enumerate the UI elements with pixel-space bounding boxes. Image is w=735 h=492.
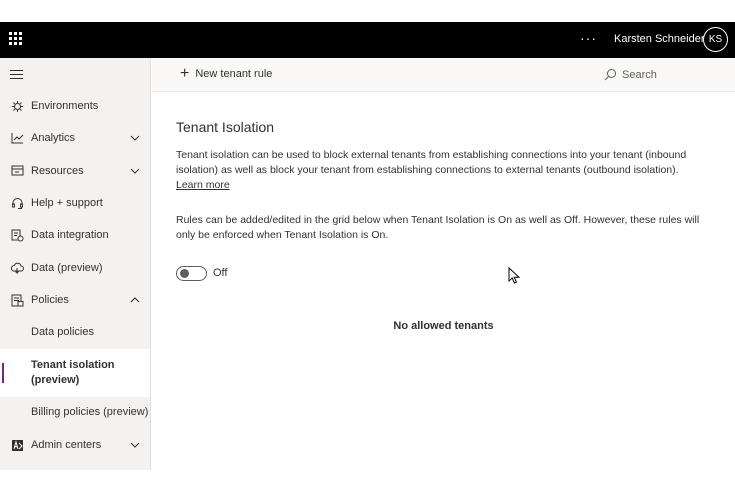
chevron-up-icon[interactable] <box>130 295 140 305</box>
data-integration-icon <box>10 228 24 242</box>
admin-centers-icon <box>10 438 24 452</box>
active-indicator <box>2 363 4 383</box>
search-box[interactable]: Search <box>604 68 657 81</box>
rules-note: Rules can be added/edited in the grid be… <box>176 214 700 241</box>
page-title: Tenant Isolation <box>176 119 275 135</box>
user-name: Karsten Schneider <box>614 33 705 45</box>
sidebar-item-environments[interactable]: Environments <box>0 90 150 122</box>
plus-icon: + <box>180 65 190 82</box>
description-text: Tenant isolation can be used to block ex… <box>176 148 716 193</box>
sidebar-item-label: Help + support <box>31 197 103 209</box>
sidebar-item-label: Data policies <box>31 326 94 338</box>
main-content: Tenant Isolation Tenant isolation can be… <box>152 92 735 470</box>
search-icon <box>604 69 616 81</box>
new-tenant-rule-label: New tenant rule <box>195 68 273 80</box>
app-launcher-icon[interactable] <box>9 32 23 46</box>
sidebar-item-label: Resources <box>31 165 84 177</box>
sidebar-item-label: Tenant isolation (preview) <box>31 359 115 386</box>
sidebar-item-policies[interactable]: Policies <box>0 284 150 316</box>
sidebar-item-label: Environments <box>31 100 99 112</box>
sidebar-item-label: Data integration <box>31 229 109 241</box>
empty-state-message: No allowed tenants <box>393 320 494 332</box>
sidebar-item-resources[interactable]: Resources <box>0 155 150 187</box>
command-bar: + New tenant rule Search <box>152 58 735 92</box>
avatar[interactable]: KS <box>703 27 728 52</box>
sidebar-item-data-policies[interactable]: Data policies <box>0 316 150 348</box>
sidebar-item-tenant-isolation[interactable]: Tenant isolation (preview) <box>0 349 150 397</box>
cloud-data-icon <box>10 261 24 275</box>
sidebar: Environments Analytics Resources Help + … <box>0 58 151 470</box>
sidebar-item-label: Data (preview) <box>31 262 103 274</box>
chevron-down-icon[interactable] <box>130 440 140 450</box>
sidebar-item-label: Billing policies (preview) <box>31 406 149 418</box>
chevron-down-icon[interactable] <box>130 166 140 176</box>
sidebar-item-analytics[interactable]: Analytics <box>0 122 150 154</box>
tenant-isolation-toggle[interactable] <box>176 266 207 281</box>
mouse-cursor-icon <box>508 267 520 284</box>
toggle-knob <box>180 269 189 278</box>
search-input[interactable]: Search <box>622 69 657 81</box>
policies-icon <box>10 293 24 307</box>
sidebar-item-label: Policies <box>31 294 69 306</box>
hamburger-menu-icon[interactable] <box>10 70 23 80</box>
more-options-icon[interactable]: ··· <box>580 30 597 46</box>
headset-icon <box>10 196 24 210</box>
environments-icon <box>10 99 24 113</box>
sidebar-item-help-support[interactable]: Help + support <box>0 187 150 219</box>
chevron-down-icon[interactable] <box>130 133 140 143</box>
resources-icon <box>10 164 24 178</box>
analytics-icon <box>10 131 24 145</box>
sidebar-item-label: Analytics <box>31 132 76 144</box>
sidebar-item-billing-policies[interactable]: Billing policies (preview) <box>0 396 150 428</box>
description-body: Tenant isolation can be used to block ex… <box>176 149 687 176</box>
new-tenant-rule-button[interactable]: + New tenant rule <box>180 65 273 82</box>
toggle-label: Off <box>213 267 228 279</box>
learn-more-link[interactable]: Learn more <box>176 179 230 191</box>
sidebar-item-admin-centers[interactable]: Admin centers <box>0 429 150 461</box>
sidebar-item-label: Admin centers <box>31 439 102 451</box>
top-bar: ··· Karsten Schneider KS <box>0 22 735 58</box>
app-frame: ··· Karsten Schneider KS Environments An… <box>0 0 735 492</box>
sidebar-item-data-integration[interactable]: Data integration <box>0 219 150 251</box>
sidebar-item-data-preview[interactable]: Data (preview) <box>0 252 150 284</box>
